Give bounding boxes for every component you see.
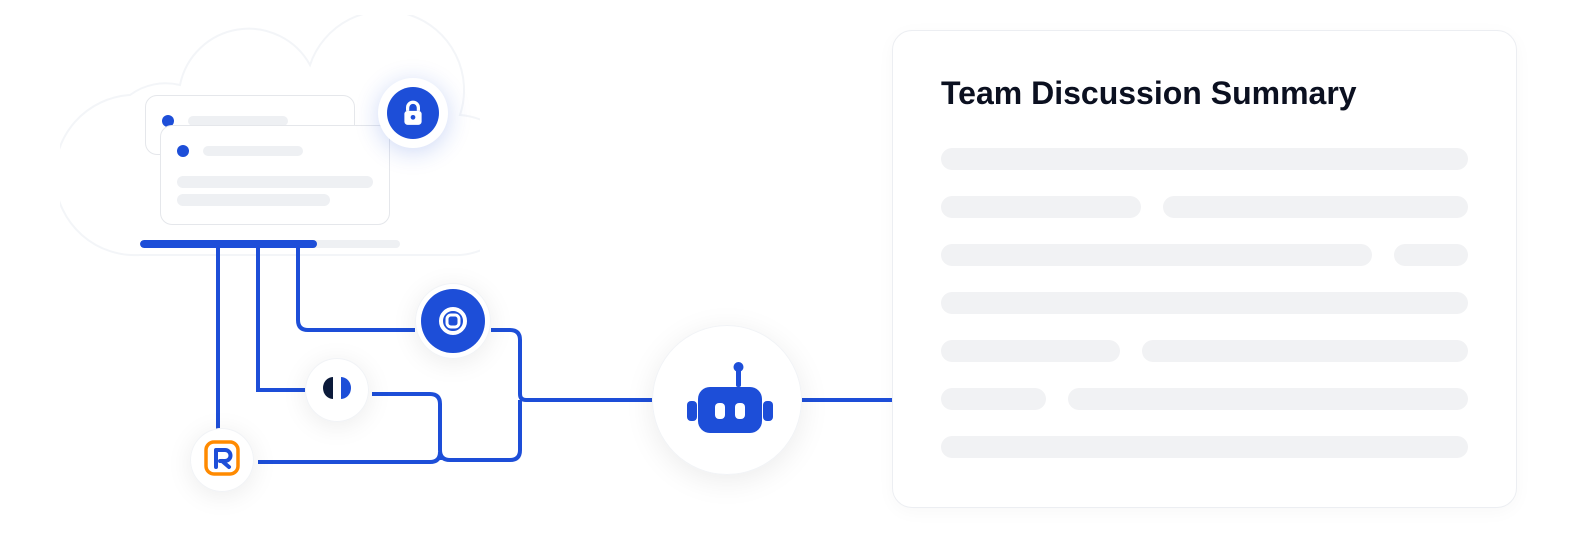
skeleton-line xyxy=(1163,196,1468,218)
skeleton-line xyxy=(1142,340,1468,362)
r-logo-icon xyxy=(202,438,242,483)
skeleton-line xyxy=(177,194,330,206)
summary-card: Team Discussion Summary xyxy=(892,30,1517,508)
skeleton-line xyxy=(941,388,1046,410)
security-badge xyxy=(378,78,448,148)
chat-card-front xyxy=(160,125,390,225)
skeleton-line xyxy=(941,148,1468,170)
integration-r-chip xyxy=(190,428,254,492)
skeleton-line xyxy=(1394,244,1468,266)
integration-c-chip xyxy=(415,283,491,359)
skeleton-line xyxy=(177,176,373,188)
integration-devtools-chip xyxy=(305,358,369,422)
progress-bar xyxy=(140,240,400,248)
skeleton-line xyxy=(1068,388,1468,410)
diagram-stage: Team Discussion Summary xyxy=(0,0,1569,536)
progress-fill xyxy=(140,240,317,248)
message-indicator-icon xyxy=(177,145,189,157)
skeleton-line xyxy=(941,196,1141,218)
summary-title: Team Discussion Summary xyxy=(941,75,1468,112)
skeleton-line xyxy=(941,244,1372,266)
robot-icon xyxy=(684,361,770,439)
cloud-source xyxy=(60,15,480,295)
ai-processor-node xyxy=(652,325,802,475)
c-logo-icon xyxy=(421,289,485,353)
skeleton-line xyxy=(941,292,1468,314)
skeleton-line xyxy=(203,146,303,156)
skeleton-line xyxy=(941,340,1120,362)
lock-icon xyxy=(387,87,439,139)
devtools-logo-icon xyxy=(320,371,354,410)
skeleton-line xyxy=(941,436,1468,458)
